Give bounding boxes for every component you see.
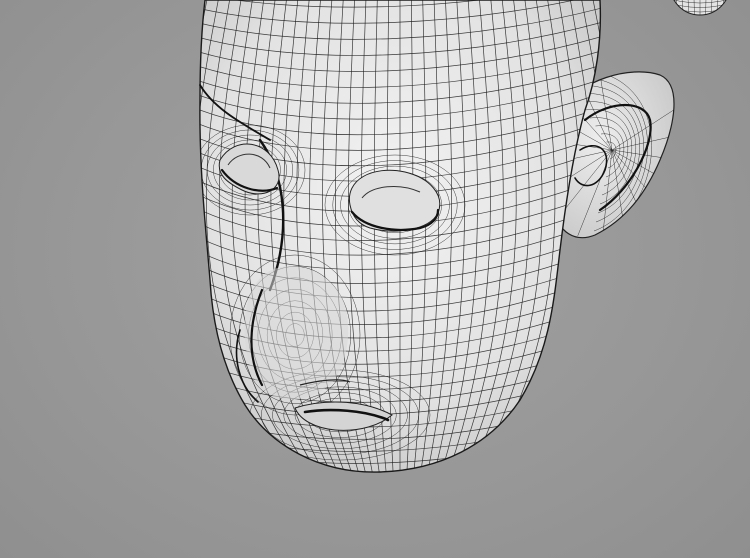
mesh-edge <box>729 0 730 15</box>
mesh-edge <box>579 0 601 473</box>
3d-viewport[interactable] <box>0 0 750 558</box>
mesh-edge <box>199 0 227 473</box>
viewport-canvas[interactable] <box>0 0 750 558</box>
mesh-edge <box>724 0 730 15</box>
mesh-edge <box>180 479 620 511</box>
mesh-edge <box>199 0 221 473</box>
partial-sphere-icon[interactable] <box>660 0 740 20</box>
mesh-edge <box>670 0 676 15</box>
mesh-edge <box>670 0 671 15</box>
mesh-edge <box>573 0 601 473</box>
